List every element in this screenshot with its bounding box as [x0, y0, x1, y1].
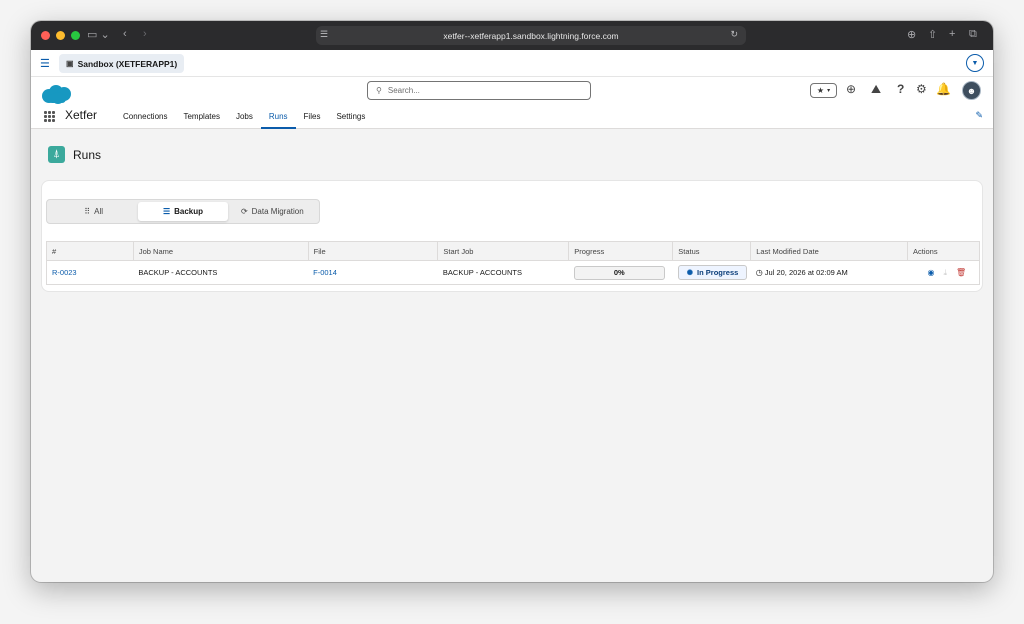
column-header-start-job[interactable]: Start Job — [437, 241, 570, 261]
nav-item-files[interactable]: Files — [296, 104, 329, 129]
search-placeholder: Search... — [387, 86, 420, 95]
window-controls — [41, 31, 80, 40]
page-settings-icon[interactable]: ☰ — [320, 29, 328, 40]
start-job-cell: BACKUP - ACCOUNTS — [442, 268, 522, 277]
filter-backup-label: Backup — [174, 207, 204, 216]
sidebar-icon[interactable]: ▭ ⌄ — [87, 28, 110, 41]
column-header-modified[interactable]: Last Modified Date — [750, 241, 908, 261]
tab-overview-icon[interactable]: ⧉ — [969, 28, 977, 41]
maximize-window-button[interactable] — [71, 31, 80, 40]
spinner-icon: ✺ — [686, 268, 694, 277]
bell-icon[interactable]: 🔔 — [936, 82, 951, 96]
database-icon: ☰ — [162, 207, 171, 216]
reload-icon[interactable]: ↻ — [730, 29, 738, 40]
progress-cell: 0% — [569, 261, 673, 285]
nav-item-runs[interactable]: Runs — [260, 104, 296, 129]
app-nav: Connections Templates Jobs Runs Files Se… — [115, 104, 373, 129]
app-name: Xetfer — [65, 108, 98, 122]
filter-data-migration-label: Data Migration — [251, 207, 304, 216]
grid-icon: ⠿ — [84, 207, 91, 216]
column-header-actions: Actions — [907, 241, 981, 261]
nav-item-templates[interactable]: Templates — [175, 104, 227, 129]
table-header-row: # Job Name File Start Job Progress Statu… — [46, 241, 981, 261]
back-icon[interactable]: ‹ — [123, 28, 127, 40]
sandbox-icon: ▣ — [66, 59, 74, 68]
column-header-id[interactable]: # — [46, 241, 134, 261]
filter-segmented-control: ⠿ All ☰ Backup ⟳ Data Migration — [46, 199, 320, 224]
runs-card: ⠿ All ☰ Backup ⟳ Data Migration # Job Na… — [41, 180, 983, 292]
url-text: xetfer--xetferapp1.sandbox.lightning.for… — [443, 30, 619, 41]
trailhead-icon[interactable]: ⛰ — [871, 82, 881, 97]
address-bar[interactable]: ☰ xetfer--xetferapp1.sandbox.lightning.f… — [316, 26, 746, 45]
column-header-status[interactable]: Status — [672, 241, 752, 261]
sandbox-label: Sandbox (XETFERAPP1) — [77, 58, 178, 69]
filter-data-migration[interactable]: ⟳ Data Migration — [228, 202, 317, 221]
progress-bar: 0% — [573, 265, 665, 280]
page-title: Runs — [73, 147, 102, 162]
delete-icon[interactable]: 🗑 — [956, 268, 966, 278]
new-tab-icon[interactable]: + — [949, 28, 955, 40]
runs-icon: ⍋ — [48, 146, 65, 163]
job-name-cell: BACKUP - ACCOUNTS — [138, 268, 218, 277]
download-icon[interactable]: ⤓ — [943, 268, 947, 278]
chevron-down-icon[interactable]: ▼ — [966, 54, 984, 72]
view-icon[interactable]: ◉ — [927, 268, 934, 278]
runs-table: # Job Name File Start Job Progress Statu… — [46, 241, 981, 285]
run-id-link[interactable]: R-0023 — [47, 261, 134, 285]
browser-window: ▭ ⌄ ‹ › ☰ xetfer--xetferapp1.sandbox.lig… — [31, 21, 993, 582]
gear-icon[interactable]: ⚙ — [916, 82, 927, 96]
minimize-window-button[interactable] — [56, 31, 65, 40]
status-cell: ✺ In Progress — [673, 261, 751, 285]
forward-icon[interactable]: › — [143, 28, 147, 40]
pencil-icon[interactable]: ✎ — [975, 110, 983, 121]
help-icon[interactable]: ? — [897, 82, 904, 96]
modified-cell: ◷ Jul 20, 2026 at 02:09 AM — [751, 261, 908, 285]
table-row: R-0023 BACKUP - ACCOUNTS F-0014 BACKUP -… — [47, 261, 980, 285]
nav-item-settings[interactable]: Settings — [328, 104, 373, 129]
filter-all-label: All — [94, 207, 104, 216]
star-icon: ★ — [816, 86, 825, 95]
nav-item-jobs[interactable]: Jobs — [228, 104, 261, 129]
salesforce-logo — [42, 85, 71, 104]
nav-item-connections[interactable]: Connections — [115, 104, 175, 129]
column-header-progress[interactable]: Progress — [568, 241, 674, 261]
progress-label: 0% — [613, 268, 625, 277]
filter-all[interactable]: ⠿ All — [49, 202, 138, 221]
close-window-button[interactable] — [41, 31, 50, 40]
avatar[interactable]: ☻ — [962, 81, 981, 100]
column-header-file[interactable]: File — [308, 241, 439, 261]
page-header: ⍋ Runs — [48, 146, 101, 163]
search-icon: ⚲ — [376, 86, 382, 95]
status-badge: ✺ In Progress — [677, 265, 748, 280]
sandbox-tab-bar: ☰ ▣ Sandbox (XETFERAPP1) ▼ — [31, 50, 993, 77]
column-header-job-name[interactable]: Job Name — [133, 241, 309, 261]
waffle-icon[interactable] — [44, 111, 55, 122]
file-link[interactable]: F-0014 — [308, 261, 438, 285]
browser-toolbar: ▭ ⌄ ‹ › ☰ xetfer--xetferapp1.sandbox.lig… — [31, 21, 993, 50]
status-label: In Progress — [697, 268, 739, 277]
clock-icon: ◷ — [755, 268, 763, 277]
menu-icon[interactable]: ☰ — [40, 57, 50, 70]
global-header: ⚲ Search... ★ ▾ ⊕ ⛰ ? ⚙ 🔔 ☻ Xetfer Conne… — [31, 77, 993, 129]
modified-date: Jul 20, 2026 at 02:09 AM — [764, 268, 848, 277]
add-icon[interactable]: ⊕ — [846, 82, 856, 96]
favorites-button[interactable]: ★ ▾ — [810, 83, 837, 98]
desktop-background: ▭ ⌄ ‹ › ☰ xetfer--xetferapp1.sandbox.lig… — [0, 0, 1024, 624]
sandbox-tab[interactable]: ▣ Sandbox (XETFERAPP1) — [59, 54, 185, 73]
filter-backup[interactable]: ☰ Backup — [138, 202, 228, 221]
download-icon[interactable]: ⊕ — [907, 28, 916, 41]
global-search-input[interactable]: ⚲ Search... — [367, 81, 591, 100]
share-icon[interactable]: ⇧ — [928, 28, 937, 41]
actions-cell: ◉ ⤓ 🗑 — [907, 261, 979, 285]
sync-icon: ⟳ — [240, 207, 248, 216]
chevron-down-icon: ▾ — [827, 88, 831, 94]
